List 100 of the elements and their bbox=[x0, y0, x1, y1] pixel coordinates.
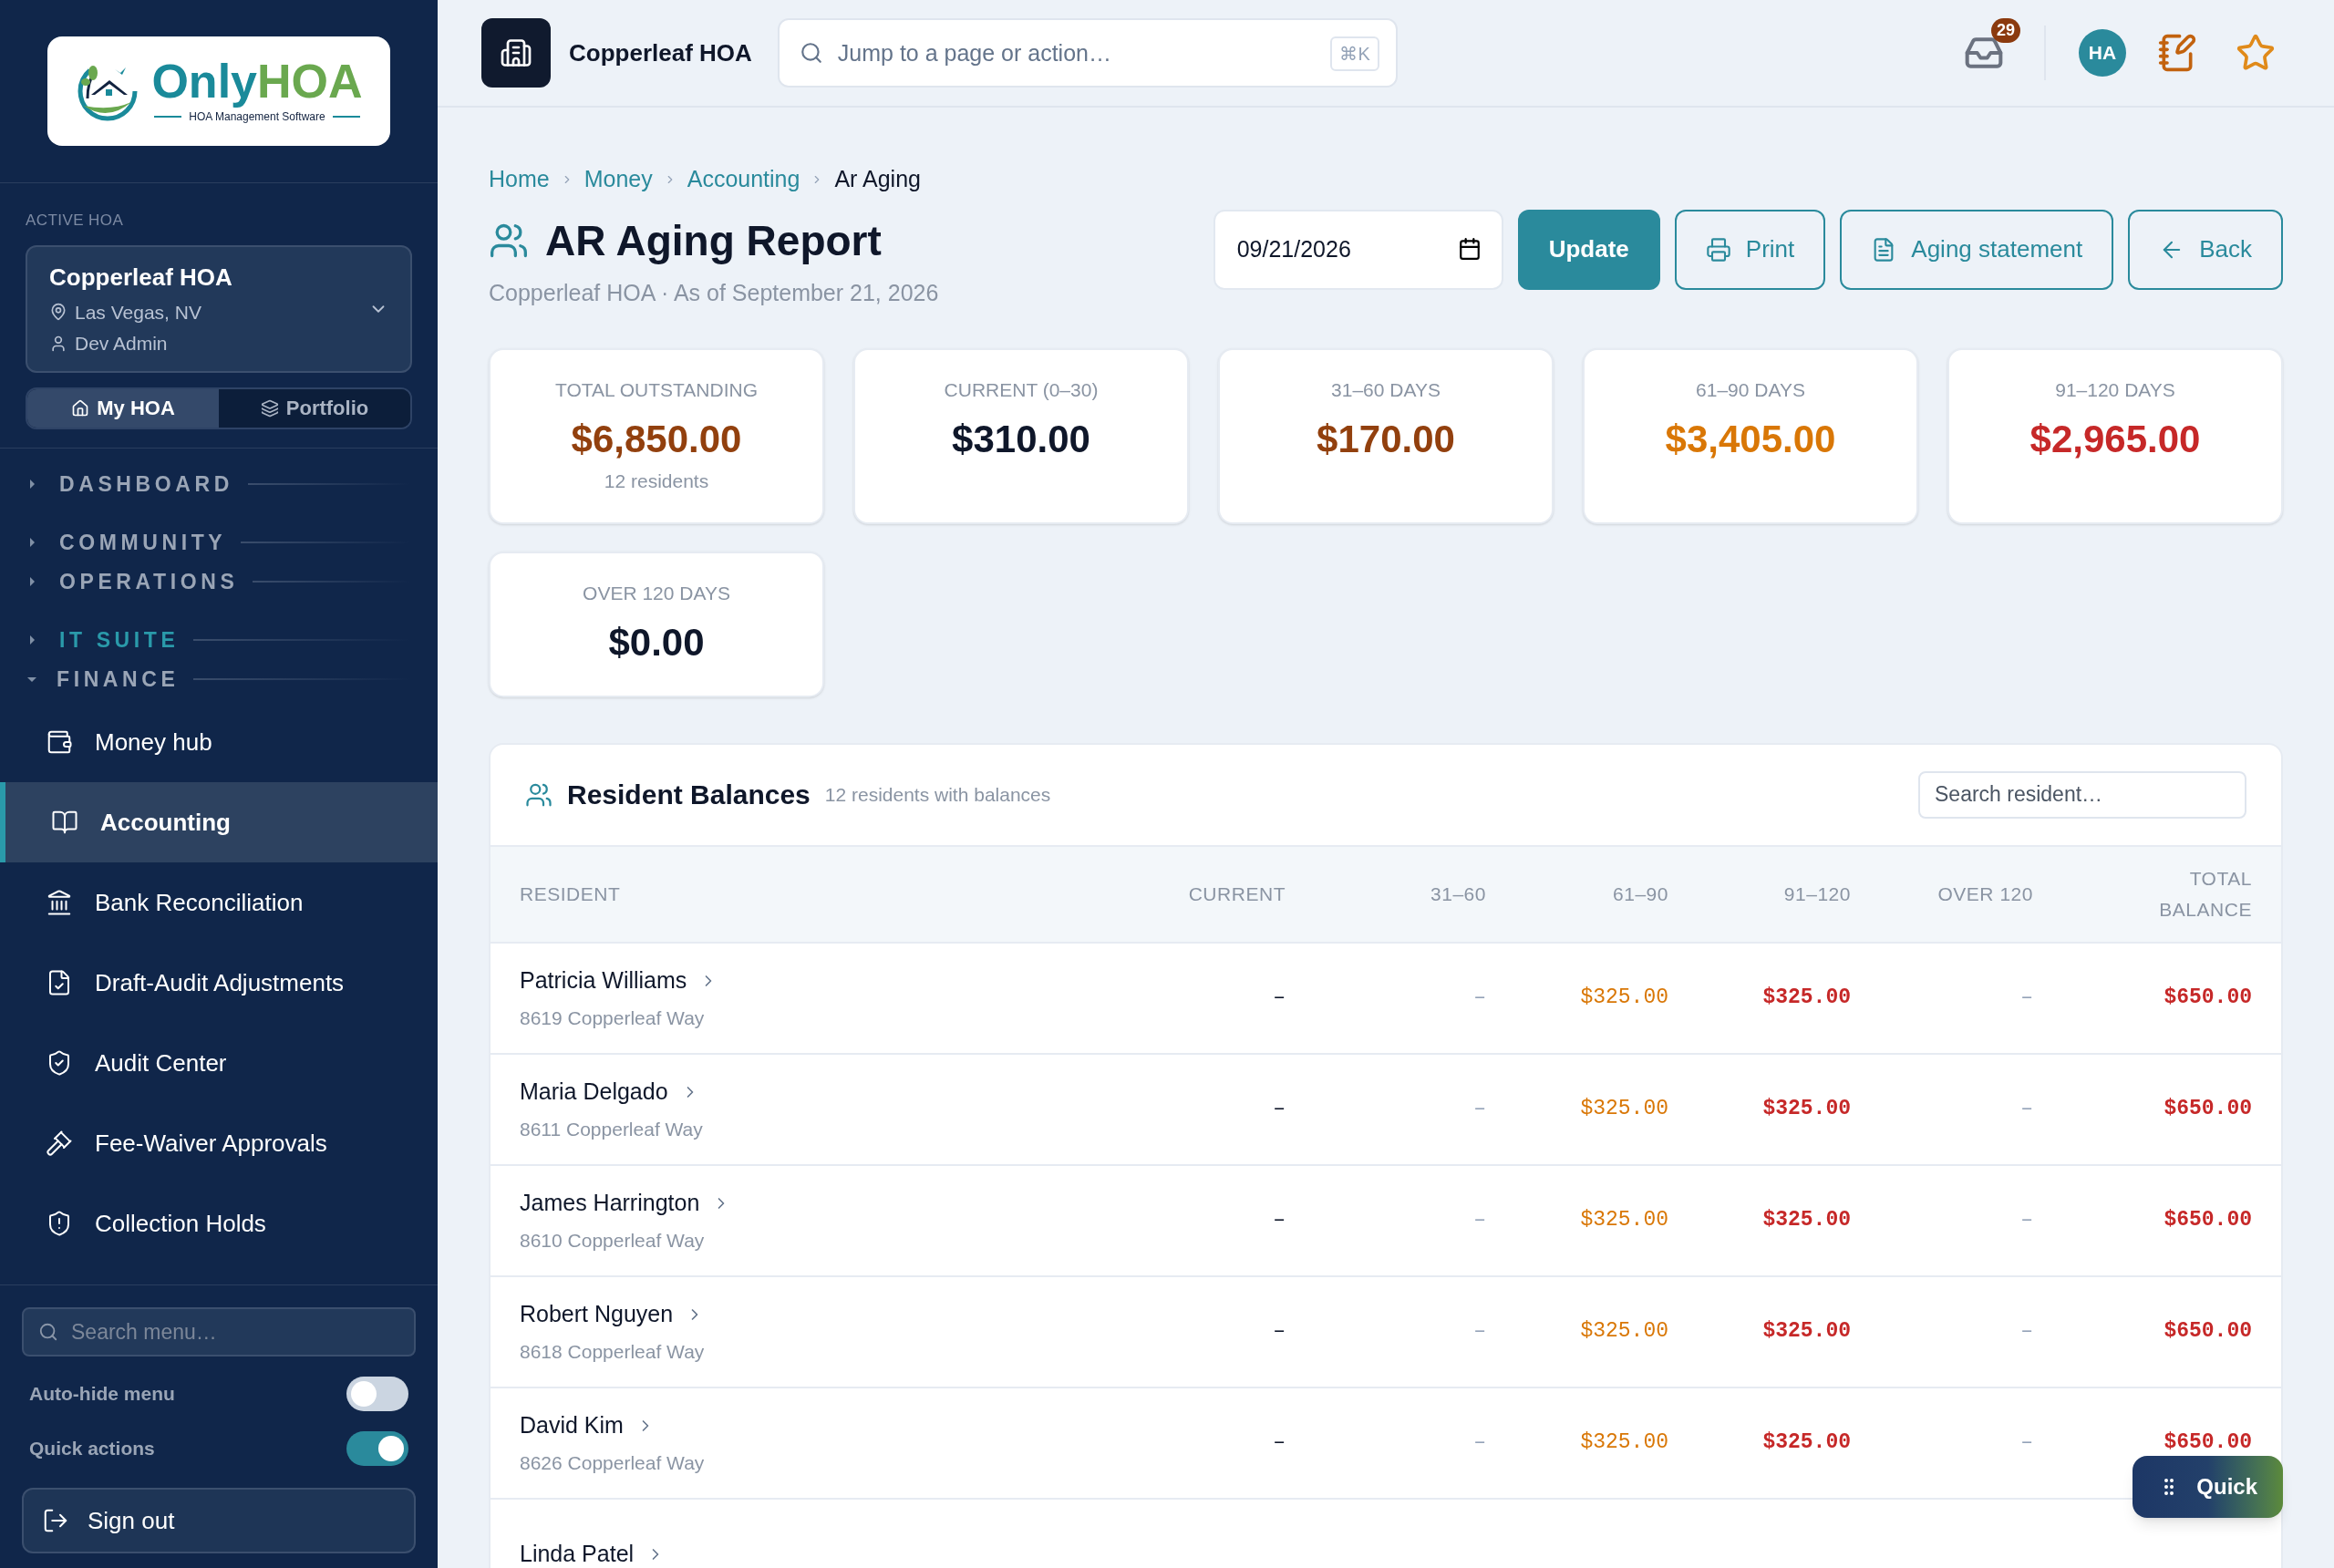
search-icon bbox=[799, 41, 823, 65]
table-row[interactable]: James Harrington 8610 Copperleaf Way – – $325.00 $325.00 – $650.00 bbox=[491, 1165, 2281, 1277]
stat-note: 12 residents bbox=[604, 469, 709, 493]
app-icon-tile[interactable] bbox=[481, 18, 551, 88]
hoa-location: Las Vegas, NV bbox=[75, 300, 201, 325]
notification-badge: 29 bbox=[1990, 18, 2020, 43]
breadcrumb-current: Ar Aging bbox=[834, 165, 921, 193]
table-cell-text: $325.00 bbox=[1579, 1318, 1668, 1346]
card-subtitle: 12 residents with balances bbox=[824, 782, 1051, 807]
breadcrumb-link[interactable]: Home bbox=[489, 162, 550, 197]
search-menu-field[interactable]: Search menu… bbox=[22, 1307, 416, 1357]
stat-value: $2,965.00 bbox=[2029, 416, 2201, 462]
table-cell-text: $650.00 bbox=[2163, 1096, 2252, 1123]
stat-value: $6,850.00 bbox=[571, 416, 742, 462]
shortcut-key: ⌘K bbox=[1330, 36, 1379, 71]
nav-item[interactable]: Collection Holds bbox=[0, 1183, 438, 1264]
resident-address: 8619 Copperleaf Way bbox=[520, 1006, 706, 1030]
section-header[interactable]: DASHBOARD bbox=[27, 468, 233, 500]
table-cell-text: $325.00 bbox=[1761, 985, 1851, 1012]
house-icon bbox=[71, 398, 90, 418]
table-cell-text: – bbox=[2019, 985, 2033, 1012]
section-header[interactable]: FINANCE bbox=[27, 663, 180, 695]
nav-item[interactable]: Audit Center bbox=[0, 1023, 438, 1103]
table-cell-text: $650.00 bbox=[2163, 985, 2252, 1012]
table-cell-text: $325.00 bbox=[1761, 1429, 1851, 1457]
table-cell-text: $325.00 bbox=[1761, 1318, 1851, 1346]
resident-name[interactable]: James Harrington bbox=[520, 1186, 700, 1221]
hoa-selector[interactable]: Copperleaf HOA Las Vegas, NV Dev Admin bbox=[26, 244, 412, 373]
notebook-pen-icon[interactable] bbox=[2157, 33, 2197, 73]
table-cell-text: – bbox=[1472, 1429, 1486, 1457]
building-icon bbox=[500, 36, 532, 69]
table-cell-text: – bbox=[1272, 1429, 1286, 1457]
table-cell-text: $650.00 bbox=[2163, 1318, 2252, 1346]
column-header: TOTAL BALANCE bbox=[2158, 866, 2252, 922]
resident-name[interactable]: Robert Nguyen bbox=[520, 1297, 674, 1332]
table-cell-text: $325.00 bbox=[1761, 1096, 1851, 1123]
hoa-user: Dev Admin bbox=[75, 332, 168, 356]
resident-name[interactable]: Linda Patel bbox=[520, 1536, 635, 1568]
nav-icon bbox=[46, 889, 73, 916]
layers-icon bbox=[260, 398, 279, 418]
card-title: Resident Balances bbox=[567, 779, 811, 811]
statement-button[interactable]: Aging statement bbox=[1840, 209, 2114, 290]
table-row[interactable]: Robert Nguyen 8618 Copperleaf Way – – $325.00 $325.00 – $650.00 bbox=[491, 1276, 2281, 1388]
table-cell-text: – bbox=[1272, 1318, 1286, 1346]
table-cell-text: – bbox=[1272, 1207, 1286, 1234]
stat-value: $0.00 bbox=[608, 619, 705, 665]
table-cell-text: – bbox=[1472, 1318, 1486, 1346]
column-header: OVER 120 bbox=[1936, 882, 2033, 906]
table-cell-text: $650.00 bbox=[2163, 1207, 2252, 1234]
stat-value: $170.00 bbox=[1317, 416, 1455, 462]
sign-out-button[interactable]: Sign out bbox=[22, 1488, 416, 1553]
table-cell-text: – bbox=[1472, 1207, 1486, 1234]
table-cell-text: – bbox=[1272, 985, 1286, 1012]
logo[interactable]: OnlyHOA HOA Management Software bbox=[47, 36, 390, 146]
logo-tagline: HOA Management Software bbox=[189, 109, 325, 125]
user-avatar[interactable]: HA bbox=[2079, 29, 2126, 77]
resident-name[interactable]: David Kim bbox=[520, 1408, 624, 1443]
printer-icon bbox=[1705, 236, 1731, 263]
page-subtitle: Copperleaf HOA · As of September 21, 2026 bbox=[489, 278, 939, 307]
section-header[interactable]: COMMUNITY bbox=[27, 527, 227, 559]
section-label: ACTIVE HOA bbox=[26, 211, 125, 231]
back-button[interactable]: Back bbox=[2128, 209, 2283, 290]
table-cell-text: – bbox=[1472, 985, 1486, 1012]
scope-tab[interactable]: My HOA bbox=[27, 388, 219, 428]
table-row[interactable]: Patricia Williams 8619 Copperleaf Way – – $325.00 $325.00 – $650.00 bbox=[491, 943, 2281, 1055]
resident-name[interactable]: Patricia Williams bbox=[520, 964, 687, 998]
nav-item[interactable]: Bank Reconciliation bbox=[0, 862, 438, 943]
stat-value: $3,405.00 bbox=[1665, 416, 1836, 462]
column-header: CURRENT bbox=[1187, 882, 1286, 906]
nav-item[interactable]: Accounting bbox=[0, 782, 438, 862]
quick-actions-menu[interactable]: Quick bbox=[2133, 1456, 2283, 1518]
stat-label: 61–90 DAYS bbox=[1696, 378, 1805, 402]
table-row[interactable]: Maria Delgado 8611 Copperleaf Way – – $325.00 $325.00 – $650.00 bbox=[491, 1054, 2281, 1166]
section-header[interactable]: OPERATIONS bbox=[27, 565, 239, 597]
toggle-switch[interactable] bbox=[346, 1377, 408, 1411]
resident-search-field[interactable]: Search resident… bbox=[1918, 770, 2246, 819]
hoa-name: Copperleaf HOA bbox=[49, 262, 232, 293]
section-header[interactable]: IT SUITE bbox=[27, 624, 180, 656]
user-icon bbox=[49, 334, 67, 353]
update-button[interactable]: Update bbox=[1517, 209, 1660, 290]
nav-item[interactable]: Draft-Audit Adjustments bbox=[0, 943, 438, 1023]
hoa-title: Copperleaf HOA bbox=[569, 37, 752, 68]
stat-label: 31–60 DAYS bbox=[1331, 378, 1441, 402]
resident-name[interactable]: Maria Delgado bbox=[520, 1075, 668, 1109]
column-header: 91–120 bbox=[1782, 882, 1851, 906]
sign-out-icon bbox=[42, 1507, 69, 1534]
table-cell-text: – bbox=[2019, 1318, 2033, 1346]
breadcrumb-link[interactable]: Accounting bbox=[687, 162, 800, 197]
print-button[interactable]: Print bbox=[1674, 209, 1826, 290]
table-cell-text: – bbox=[2019, 1096, 2033, 1123]
column-header: RESIDENT bbox=[520, 882, 622, 906]
date-field[interactable]: 09/21/2026 bbox=[1213, 209, 1503, 290]
table-cell-text: $650.00 bbox=[2163, 1429, 2252, 1457]
breadcrumb-link[interactable]: Money bbox=[584, 162, 653, 197]
stat-label: 91–120 DAYS bbox=[2055, 378, 2175, 402]
column-header: 61–90 bbox=[1611, 882, 1668, 906]
nav-item[interactable]: Fee-Waiver Approvals bbox=[0, 1103, 438, 1183]
nav-item[interactable]: Money hub bbox=[0, 702, 438, 782]
resident-address: 8618 Copperleaf Way bbox=[520, 1339, 706, 1364]
toggle-switch[interactable] bbox=[346, 1431, 408, 1466]
